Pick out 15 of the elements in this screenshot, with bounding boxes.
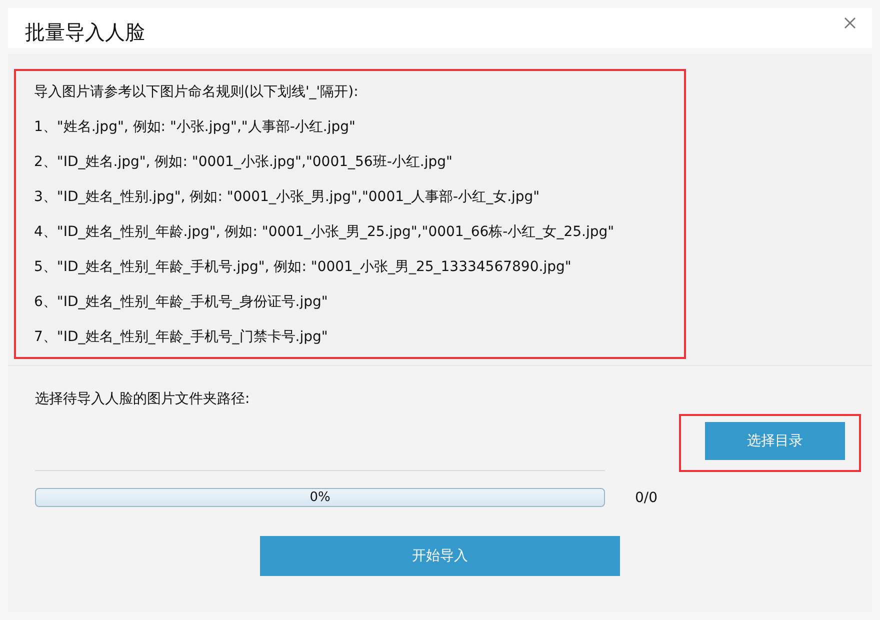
progress-count: 0/0: [635, 490, 658, 506]
naming-rule: 7、"ID_姓名_性别_年龄_手机号_门禁卡号.jpg": [34, 328, 329, 347]
dialog-title: 批量导入人脸: [25, 18, 145, 46]
start-import-button[interactable]: 开始导入: [260, 536, 620, 576]
naming-rule: 1、"姓名.jpg", 例如: "小张.jpg","人事部-小红.jpg": [34, 118, 356, 137]
naming-rule: 6、"ID_姓名_性别_年龄_手机号_身份证号.jpg": [34, 293, 329, 312]
naming-rule: 5、"ID_姓名_性别_年龄_手机号.jpg", 例如: "0001_小张_男_25_13334567890.jpg": [34, 258, 572, 277]
choose-folder-button[interactable]: 选择目录: [705, 422, 845, 460]
rules-intro: 导入图片请参考以下图片命名规则(以下划线'_'隔开):: [34, 83, 360, 102]
naming-rule: 4、"ID_姓名_性别_年龄.jpg", 例如: "0001_小张_男_25.jpg","0001_66栋-小红_女_25.jpg": [34, 223, 616, 242]
progress-percent: 0%: [308, 489, 332, 506]
close-icon[interactable]: [844, 17, 856, 29]
naming-rule: 3、"ID_姓名_性别.jpg", 例如: "0001_小张_男.jpg","0001_人事部-小红_女.jpg": [34, 188, 541, 207]
folder-label: 选择待导入人脸的图片文件夹路径:: [35, 390, 251, 408]
naming-rule: 2、"ID_姓名.jpg", 例如: "0001_小张.jpg","0001_56班-小红.jpg": [34, 153, 454, 172]
